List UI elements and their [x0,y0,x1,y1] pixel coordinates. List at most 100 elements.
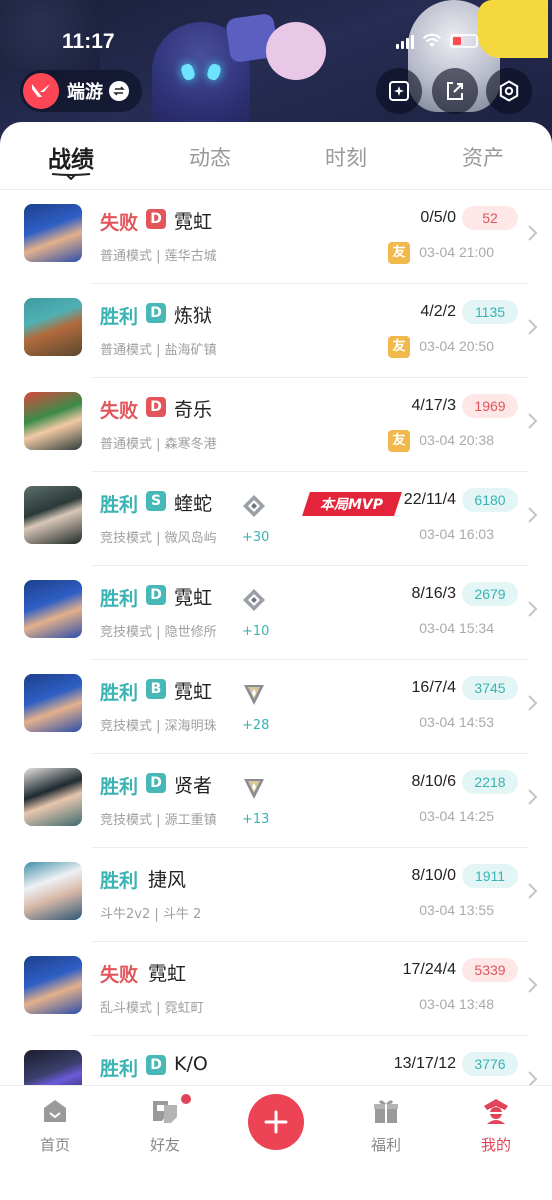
agent-name: 霓虹 [174,211,213,233]
valorant-logo-icon [23,73,59,109]
agent-avatar-killjoy [24,392,82,450]
agent-avatar-viper [24,486,82,544]
match-meta: 竞技模式 | 隐世修所 [100,625,217,640]
rank-badge: D [146,397,166,417]
friend-tag: 友 [388,430,410,452]
chevron-right-icon [528,789,538,805]
match-score-badge: 52 [462,206,518,230]
agent-name: 炼狱 [174,305,213,327]
match-result: 胜利 [100,494,139,516]
match-kda: 8/10/6 [411,773,456,790]
agent-name: 捷风 [148,869,187,891]
match-score-badge: 2679 [462,582,518,606]
agent-avatar-jett [24,862,82,920]
rank-badge: D [146,585,166,605]
match-time: 03-04 20:38 [419,432,494,448]
match-time: 03-04 13:48 [419,996,494,1012]
match-kda: 16/7/4 [411,679,456,696]
chevron-right-icon [528,507,538,523]
rank-tier-icon [243,495,265,517]
gift-icon [374,1100,398,1123]
rank-badge: S [146,491,166,511]
rank-badge: D [146,773,166,793]
agent-name: 霓虹 [174,587,213,609]
match-kda: 4/2/2 [420,303,456,320]
match-result: 失败 [100,212,139,234]
rank-tier-icon [243,589,265,611]
settings-button[interactable] [486,68,532,114]
match-time: 03-04 20:50 [419,338,494,354]
match-row[interactable]: 失败 D 奇乐 普通模式 | 森寒冬港 4/17/3 1969 友 03-04 … [0,378,552,472]
match-row[interactable]: 胜利 S 蝰蛇 竞技模式 | 微风岛屿 +30 本局MVP 22/11/4 61… [0,472,552,566]
friend-tag: 友 [388,242,410,264]
notification-dot [181,1094,191,1104]
agent-avatar-neon [24,956,82,1014]
match-meta: 普通模式 | 莲华古城 [100,249,217,264]
chevron-right-icon [528,977,538,993]
tab-assets[interactable]: 资产 [433,142,533,172]
match-kda: 0/5/0 [420,209,456,226]
match-kda: 17/24/4 [402,961,456,978]
match-meta: 竞技模式 | 源工重镇 [100,813,217,828]
tab-moments[interactable]: 时刻 [296,142,396,172]
battery-icon [450,34,478,48]
match-time: 03-04 16:03 [419,526,494,542]
agent-name: 奇乐 [174,399,213,421]
match-row[interactable]: 胜利 D 贤者 竞技模式 | 源工重镇 +13 8/10/6 2218 03-0… [0,754,552,848]
match-score-badge: 6180 [462,488,518,512]
agent-avatar-neon [24,580,82,638]
rank-badge: D [146,1055,166,1075]
create-post-button[interactable] [248,1094,304,1150]
match-time: 03-04 14:53 [419,714,494,730]
sparkle-frame-button[interactable] [376,68,422,114]
match-score-badge: 1969 [462,394,518,418]
settings-icon [499,80,519,102]
match-score-badge: 1135 [462,300,518,324]
match-meta: 普通模式 | 盐海矿镇 [100,343,217,358]
rank-points-change: +28 [242,718,270,733]
match-kda: 22/11/4 [403,491,456,508]
match-result: 胜利 [100,776,139,798]
match-score-badge: 3776 [462,1052,518,1076]
mvp-label: 本局MVP [320,497,384,513]
status-icons [396,33,478,49]
agent-name: 霓虹 [174,681,213,703]
match-row[interactable]: 胜利 B 霓虹 竞技模式 | 深海明珠 +28 16/7/4 3745 03-0… [0,660,552,754]
nav-home[interactable]: 首页 [15,1096,95,1155]
nav-profile-label: 我的 [480,1136,511,1154]
agent-name: K/O [174,1053,208,1075]
match-row[interactable]: 胜利 D 霓虹 竞技模式 | 隐世修所 +10 8/16/3 2679 03-0… [0,566,552,660]
share-button[interactable] [432,68,478,114]
friends-icon [153,1101,177,1123]
chevron-right-icon [528,413,538,429]
agent-name: 蝰蛇 [174,493,213,515]
match-kda: 13/17/12 [393,1055,456,1072]
match-result: 失败 [100,964,139,986]
match-result: 胜利 [100,682,139,704]
nav-home-label: 首页 [39,1136,70,1154]
match-row[interactable]: 胜利 D 炼狱 普通模式 | 盐海矿镇 4/2/2 1135 友 03-04 2… [0,284,552,378]
nav-friends-label: 好友 [149,1136,180,1154]
home-icon [44,1100,66,1122]
nav-friends[interactable]: 好友 [125,1094,205,1155]
status-time: 11:17 [62,30,115,53]
agent-avatar-brimstone [24,298,82,356]
nav-rewards[interactable]: 福利 [346,1096,426,1155]
chevron-right-icon [528,883,538,899]
tab-active-indicator [51,173,91,180]
match-time: 03-04 13:55 [419,902,494,918]
tab-feed[interactable]: 动态 [160,142,260,172]
match-row[interactable]: 失败 D 霓虹 普通模式 | 莲华古城 0/5/0 52 友 03-04 21:… [0,190,552,284]
match-row[interactable]: 胜利 捷风 斗牛2v2 | 斗牛 2 8/10/0 1911 03-04 13:… [0,848,552,942]
tab-records[interactable]: 战绩 [21,140,121,174]
match-meta: 竞技模式 | 微风岛屿 [100,531,217,546]
chevron-right-icon [528,225,538,241]
chevron-right-icon [528,319,538,335]
mvp-badge: 本局MVP [302,492,402,516]
game-switcher[interactable]: 端游 [20,70,142,112]
match-meta: 竞技模式 | 深海明珠 [100,719,217,734]
platform-label: 端游 [67,82,103,103]
match-result: 胜利 [100,870,139,892]
match-row[interactable]: 失败 霓虹 乱斗模式 | 霓虹町 17/24/4 5339 03-04 13:4… [0,942,552,1036]
nav-profile[interactable]: 我的 [456,1096,536,1155]
